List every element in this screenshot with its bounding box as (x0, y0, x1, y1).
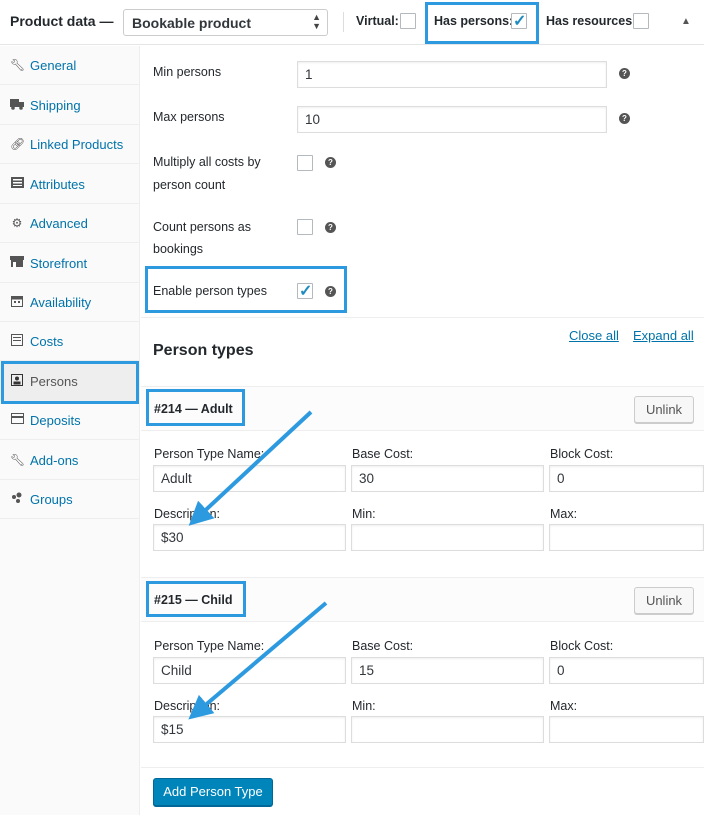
deposits-icon (10, 413, 24, 427)
groups-icon (10, 492, 24, 506)
base-cost-input[interactable]: 30 (351, 465, 544, 492)
tab-linked-products[interactable]: 🔗︎ Linked Products (0, 125, 140, 164)
highlight-child-heading (146, 581, 246, 617)
highlight-adult-heading (146, 389, 245, 426)
calendar-icon (10, 295, 24, 309)
section-divider (141, 767, 704, 768)
count-persons-checkbox[interactable] (297, 219, 313, 235)
person-type-name-input[interactable]: Child (153, 657, 346, 684)
close-all-link[interactable]: Close all (569, 328, 619, 343)
tab-label: Deposits (30, 413, 81, 428)
section-divider (141, 317, 704, 318)
max-label: Max: (550, 507, 578, 521)
has-resources-label: Has resources: (546, 14, 637, 28)
tab-label: Add-ons (30, 453, 79, 468)
expand-all-link[interactable]: Expand all (633, 328, 694, 343)
tab-deposits[interactable]: Deposits (0, 401, 140, 440)
min-persons-input[interactable]: 1 (297, 61, 607, 88)
description-label: Description: (154, 699, 220, 713)
multiply-costs-label-line1: Multiply all costs by (153, 155, 261, 169)
multiply-costs-checkbox[interactable] (297, 155, 313, 171)
collapse-toggle-icon[interactable]: ▲ (681, 16, 691, 27)
tab-label: Attributes (30, 177, 85, 192)
tab-label: Availability (30, 295, 92, 310)
truck-icon (10, 98, 24, 112)
base-cost-label: Base Cost: (352, 447, 414, 461)
highlight-persons-tab (1, 361, 139, 404)
tab-shipping[interactable]: Shipping (0, 86, 140, 125)
max-input[interactable] (549, 716, 704, 743)
tab-label: Storefront (30, 256, 88, 271)
unlink-button[interactable]: Unlink (634, 587, 694, 614)
tab-label: General (30, 58, 77, 73)
base-cost-input[interactable]: 15 (351, 657, 544, 684)
min-input[interactable] (351, 716, 544, 743)
wrench-icon: 🔧︎ (10, 58, 26, 72)
tab-attributes[interactable]: Attributes (0, 165, 140, 204)
min-input[interactable] (351, 524, 544, 551)
person-type-name-label: Person Type Name: (154, 447, 265, 461)
max-persons-input[interactable]: 10 (297, 106, 607, 133)
multiply-costs-label-line2: person count (153, 178, 226, 192)
person-types-title: Person types (153, 342, 254, 359)
max-persons-label: Max persons (153, 110, 225, 124)
description-input[interactable]: $30 (153, 524, 346, 551)
block-cost-input[interactable]: 0 (549, 465, 704, 492)
help-icon[interactable]: ? (619, 113, 630, 124)
add-person-type-button[interactable]: Add Person Type (153, 778, 273, 806)
tab-label: Costs (30, 334, 64, 349)
select-arrows-icon: ▲ ▼ (312, 12, 321, 31)
gear-icon: ⚙ (11, 216, 23, 230)
link-icon: 🔗︎ (10, 137, 26, 151)
min-label: Min: (352, 699, 376, 713)
virtual-label: Virtual: (356, 14, 399, 28)
description-input[interactable]: $15 (153, 716, 346, 743)
costs-icon (10, 334, 24, 348)
wrench-icon: 🔧︎ (10, 453, 26, 467)
tab-general[interactable]: 🔧︎ General (0, 46, 140, 85)
tab-add-ons[interactable]: 🔧︎ Add-ons (0, 441, 140, 480)
tab-label: Shipping (30, 98, 81, 113)
tab-label: Advanced (30, 216, 88, 231)
tab-availability[interactable]: Availability (0, 283, 140, 322)
product-type-select[interactable]: Bookable product ▲ ▼ (123, 9, 328, 36)
has-resources-checkbox[interactable] (633, 13, 649, 29)
list-icon (10, 177, 24, 191)
min-label: Min: (352, 507, 376, 521)
product-data-tabs: 🔧︎ General Shipping 🔗︎ Linked Products A… (0, 46, 140, 815)
highlight-enable-person-types (145, 266, 347, 313)
unlink-button[interactable]: Unlink (634, 396, 694, 423)
min-persons-label: Min persons (153, 65, 222, 79)
help-icon[interactable]: ? (619, 68, 630, 79)
person-type-name-input[interactable]: Adult (153, 465, 346, 492)
help-icon[interactable]: ? (325, 157, 336, 168)
max-input[interactable] (549, 524, 704, 551)
block-cost-label: Block Cost: (550, 639, 614, 653)
count-persons-label-line2: bookings (153, 242, 204, 256)
tab-label: Linked Products (30, 137, 124, 152)
tab-advanced[interactable]: ⚙ Advanced (0, 204, 140, 243)
highlight-has-persons (425, 2, 539, 44)
store-icon (10, 256, 24, 270)
virtual-checkbox[interactable] (400, 13, 416, 29)
product-data-title: Product data — (10, 13, 114, 29)
block-cost-label: Block Cost: (550, 447, 614, 461)
header-divider (343, 12, 344, 32)
tab-storefront[interactable]: Storefront (0, 244, 140, 283)
product-type-value: Bookable product (132, 15, 252, 31)
description-label: Description: (154, 507, 220, 521)
tab-costs[interactable]: Costs (0, 322, 140, 361)
product-data-header: Product data — Bookable product ▲ ▼ Virtu… (0, 0, 704, 45)
block-cost-input[interactable]: 0 (549, 657, 704, 684)
max-label: Max: (550, 699, 578, 713)
tab-label: Groups (30, 492, 73, 507)
person-type-name-label: Person Type Name: (154, 639, 265, 653)
count-persons-label-line1: Count persons as (153, 220, 251, 234)
base-cost-label: Base Cost: (352, 639, 414, 653)
tab-groups[interactable]: Groups (0, 480, 140, 519)
help-icon[interactable]: ? (325, 222, 336, 233)
